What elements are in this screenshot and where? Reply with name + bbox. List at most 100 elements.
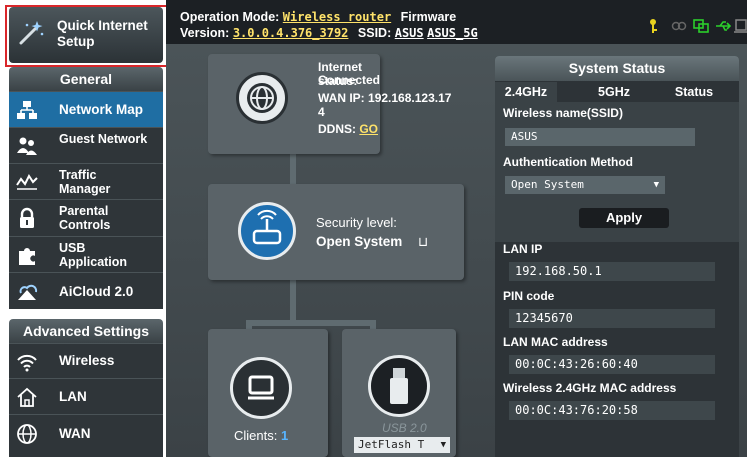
lan-mac-label: LAN MAC address [503,335,608,349]
ddns-go-link[interactable]: GO [359,122,378,136]
connector-line [290,154,296,184]
sidebar-item-wan[interactable]: WAN [9,414,163,457]
internet-status-value: Connected [318,73,381,87]
pin-code-value: 12345670 [509,309,715,328]
tab-5ghz[interactable]: 5GHz [583,82,645,102]
version-label: Version: [180,26,230,40]
wan-ip-label: WAN IP: [318,91,365,105]
wireless-name-label: Wireless name(SSID) [503,106,623,120]
wan-ip-wrap: 4 [318,105,325,119]
lock-icon [20,207,34,228]
chevron-down-icon: ▼ [440,440,446,450]
usb-device-select[interactable]: JetFlash T ▼ [354,437,450,453]
security-level-label: Security level: [316,215,397,230]
wan-ip-value: 192.168.123.17 [368,91,452,105]
version-line: Version: 3.0.0.4.376_3792 SSID: ASUS ASU… [180,26,478,40]
ddns-label: DDNS: [318,122,356,136]
connector-line [290,280,296,324]
system-status-panel: System Status 2.4GHz 5GHz Status Wireles… [495,56,739,457]
lan-ip-label: LAN IP [503,242,543,256]
router-icon [238,202,296,260]
sidebar-item-traffic-manager[interactable]: Traffic Manager [9,163,163,199]
printer-icon[interactable] [733,18,747,34]
sidebar: Quick Internet Setup General Network Map… [0,0,179,457]
sidebar-item-lan[interactable]: LAN [9,378,163,414]
globe-icon [17,424,37,444]
clients-count[interactable]: 1 [281,428,288,443]
ssid-link-24[interactable]: ASUS [395,26,424,40]
sidebar-item-label: USB Application [59,241,128,269]
magic-wand-icon [19,21,44,45]
guest-network-icon [17,137,37,155]
wan-ip-line: WAN IP: 192.168.123.17 [318,91,451,105]
lan-ip-value: 192.168.50.1 [509,262,715,281]
sidebar-item-label: WAN [59,426,91,441]
general-header: General [9,67,163,91]
firmware-version-link[interactable]: 3.0.0.4.376_3792 [233,26,349,40]
globe-icon [236,72,288,124]
quick-internet-setup-label: Quick Internet Setup [57,18,148,49]
system-status-tabs: 2.4GHz 5GHz Status [495,82,739,102]
auth-method-label: Authentication Method [503,155,633,169]
top-bar: Operation Mode: Wireless router Firmware… [166,0,747,44]
usb-device-value: JetFlash T [358,438,425,451]
sidebar-item-label: LAN [59,389,87,404]
sidebar-item-usb-application[interactable]: USB Application [9,236,163,272]
sidebar-item-aicloud[interactable]: AiCloud 2.0 [9,272,163,309]
ssid-label: SSID: [357,26,392,40]
link-status-icon[interactable] [671,18,687,34]
apply-button[interactable]: Apply [579,208,669,228]
security-level-value: Open System [316,234,403,249]
advanced-settings-header: Advanced Settings [9,319,163,343]
clients-card[interactable]: Clients: 1 [208,329,328,457]
sidebar-item-label: Traffic Manager [59,168,111,196]
quick-internet-setup-button[interactable]: Quick Internet Setup [9,7,163,63]
tab-status[interactable]: Status [659,82,729,102]
connection-icon[interactable] [693,18,709,34]
connector-line [246,320,376,326]
sidebar-item-wireless[interactable]: Wireless [9,343,163,378]
sidebar-item-label: AiCloud 2.0 [59,284,134,299]
usb-version-label: USB 2.0 [382,421,427,435]
system-status-title: System Status [495,56,739,81]
sidebar-item-label: Wireless [59,353,115,368]
ssid-link-5g[interactable]: ASUS_5G [427,26,478,40]
monitor-icon [230,357,292,419]
firmware-label: Firmware [400,10,457,24]
wireless-mac-value: 00:0C:43:76:20:58 [509,401,715,420]
sidebar-item-label: Network Map [59,102,144,117]
wireless-mac-label: Wireless 2.4GHz MAC address [503,381,677,395]
internet-status-card[interactable]: Internet status: Connected WAN IP: 192.1… [208,54,451,154]
clients-line: Clients: 1 [234,429,288,443]
operation-mode-label: Operation Mode: [180,10,280,24]
cloud-icon [18,284,38,300]
pin-code-label: PIN code [503,289,555,303]
wireless-name-field[interactable]: ASUS [505,128,695,146]
puzzle-icon [19,248,35,265]
sidebar-item-label: Parental Controls [59,204,111,232]
home-icon [17,387,37,407]
status-icons [627,18,747,34]
auth-method-value: Open System [511,178,584,191]
ddns-line: DDNS: GO [318,122,378,136]
usb-card[interactable]: USB 2.0 JetFlash T ▼ [342,329,456,457]
sidebar-item-network-map[interactable]: Network Map [9,91,163,127]
chevron-down-icon: ▼ [653,180,659,190]
operation-mode-line: Operation Mode: Wireless router Firmware [180,10,456,24]
sidebar-item-guest-network[interactable]: Guest Network [9,127,163,163]
unlock-icon: ⊔ [418,234,429,249]
sidebar-item-label: Guest Network [59,132,148,146]
router-security-card[interactable]: Security level: Open System ⊔ [208,184,464,280]
usb-drive-icon [368,355,430,417]
operation-mode-link[interactable]: Wireless router [283,10,391,24]
network-map-icon [17,101,37,119]
key-icon[interactable] [645,18,661,34]
tab-2-4ghz[interactable]: 2.4GHz [495,82,557,102]
clients-label: Clients: [234,428,278,443]
auth-method-select[interactable]: Open System ▼ [505,176,665,194]
lan-mac-value: 00:0C:43:26:60:40 [509,355,715,374]
usb-icon[interactable] [715,18,732,34]
wifi-icon [17,354,37,372]
sidebar-item-parental-controls[interactable]: Parental Controls [9,199,163,236]
network-map-area: Internet status: Connected WAN IP: 192.1… [166,44,747,457]
